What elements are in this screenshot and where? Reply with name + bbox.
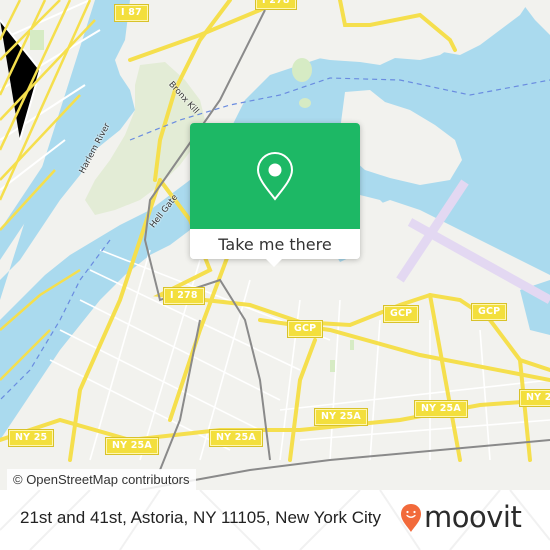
highway-shield-gcp: GCP [470,303,508,321]
highway-shield-ny25: NY 25 [7,429,55,447]
moovit-logo[interactable]: moovit [400,498,522,538]
park [30,30,44,50]
small-island [292,58,312,82]
park [350,340,354,350]
highway-shield-gcp: GCP [382,305,420,323]
highway-shield-i278-top: I 278 [255,0,297,10]
moovit-wordmark: moovit [424,500,522,534]
highway-shield-gcp: GCP [286,320,324,338]
small-island [299,98,311,108]
highway-shield-ny25a: NY 25A [314,408,368,426]
highway-shield-ny25a: NY 25A [519,389,550,407]
popup-pointer [266,259,282,267]
park [330,360,335,372]
map-canvas[interactable]: I 87 I 278 I 278 GCP GCP GCP NY 25 NY 25… [0,0,550,550]
moovit-pin-icon [401,504,421,532]
highway-shield-i278: I 278 [163,287,205,305]
footer-bar: 21st and 41st, Astoria, NY 11105, New Yo… [0,490,550,550]
popup-header [190,123,360,229]
location-popup[interactable]: Take me there [190,123,360,267]
highway-shield-i87: I 87 [114,4,149,22]
osm-attribution[interactable]: © OpenStreetMap contributors [7,469,196,491]
map-tiles [0,0,550,550]
map-pin-icon [256,151,294,201]
address-text: 21st and 41st, Astoria, NY 11105, New Yo… [20,508,381,527]
highway-shield-ny25a: NY 25A [414,400,468,418]
highway-shield-ny25a: NY 25A [105,437,159,455]
take-me-there-button[interactable]: Take me there [190,229,360,259]
highway-shield-ny25a: NY 25A [209,429,263,447]
